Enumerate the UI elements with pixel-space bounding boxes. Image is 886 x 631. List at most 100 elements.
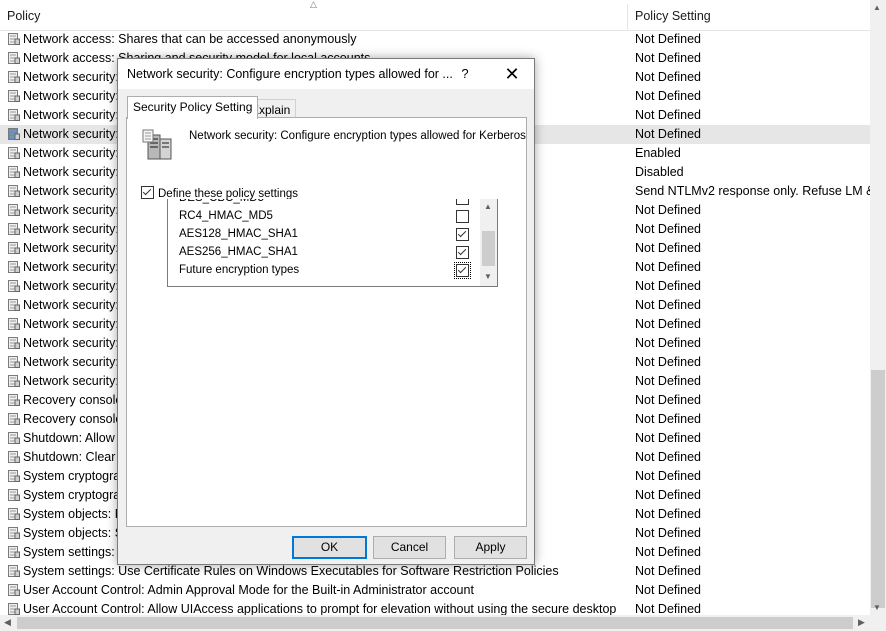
policy-name: Network security: [23,374,119,388]
policy-name: Network security: [23,127,119,141]
policy-icon [8,584,20,596]
policy-name: Network security: [23,203,119,217]
policy-icon [8,375,20,387]
cancel-button[interactable]: Cancel [373,536,446,559]
policy-name: Network security: [23,222,119,236]
policy-name: System settings: Use Certificate Rules o… [23,564,559,578]
policy-name: Network security: [23,184,119,198]
policy-icon [8,546,20,558]
encryption-type-item[interactable]: AES256_HMAC_SHA1 [179,244,469,262]
dialog-title-bar[interactable]: Network security: Configure encryption t… [118,59,534,89]
policy-name: Network security: [23,108,119,122]
define-policy-checkbox-row[interactable]: Define these policy settings [141,186,298,200]
define-policy-checkbox[interactable] [141,186,154,199]
encryption-type-checkbox[interactable] [456,199,469,205]
horizontal-scroll-thumb[interactable] [17,617,853,629]
encryption-type-label: Future encryption types [179,264,300,276]
policy-name: Network security: [23,165,119,179]
encryption-type-checkbox[interactable] [456,228,469,241]
scroll-up-icon[interactable]: ▲ [873,3,881,12]
vertical-scroll-thumb[interactable] [871,370,885,608]
policy-name: Recovery console: [23,412,126,426]
scroll-down-icon[interactable]: ▼ [873,603,881,612]
column-divider[interactable] [627,4,628,30]
policy-name: System objects: Re [23,507,131,521]
encryption-type-label: DES_CBC_MD5 [179,199,264,204]
policy-icon [8,166,20,178]
table-row[interactable]: User Account Control: Admin Approval Mod… [0,581,870,600]
scroll-right-icon[interactable]: ▶ [858,617,865,628]
policy-name: System settings: O [23,545,128,559]
policy-setting-value: Not Defined [635,260,702,274]
close-button[interactable]: ✕ [494,63,530,85]
policy-setting-value: Not Defined [635,51,702,65]
policy-icon [8,489,20,501]
policy-setting-value: Not Defined [635,431,702,445]
policy-setting-value: Not Defined [635,469,702,483]
policy-setting-value: Not Defined [635,450,702,464]
help-button[interactable]: ? [455,64,475,84]
policy-icon [8,603,20,615]
encryption-type-label: AES256_HMAC_SHA1 [179,246,298,258]
policy-setting-value: Not Defined [635,545,702,559]
encryption-type-checkbox[interactable] [454,262,471,279]
policy-icon [8,413,20,425]
policy-setting-value: Not Defined [635,526,702,540]
policy-icon [8,223,20,235]
encryption-type-item[interactable]: Future encryption types [179,262,471,280]
encryption-type-checkbox[interactable] [456,210,469,223]
table-row[interactable]: Network access: Shares that can be acces… [0,30,870,49]
column-header-policy-setting[interactable]: Policy Setting [635,9,711,23]
encryption-type-item[interactable]: DES_CBC_MD5 [179,199,469,208]
policy-setting-value: Not Defined [635,222,702,236]
policy-setting-value: Not Defined [635,32,702,46]
column-header-policy[interactable]: Policy [7,9,40,23]
policy-name: Network security: [23,279,119,293]
policy-setting-value: Not Defined [635,108,702,122]
policy-setting-value: Not Defined [635,507,702,521]
policy-icon [8,242,20,254]
server-policy-icon [142,129,172,160]
policy-name: Network security: [23,336,119,350]
policy-name: Network security: [23,70,119,84]
encryption-type-item[interactable]: AES128_HMAC_SHA1 [179,226,469,244]
scroll-down-icon[interactable]: ▼ [484,272,492,281]
encryption-types-list: Future encryption types AES256_HMAC_SHA1 A… [167,199,498,287]
policy-name: Network security: [23,89,119,103]
tab-security-policy-setting[interactable]: Security Policy Setting [127,96,259,119]
policy-icon [8,280,20,292]
dialog-title: Network security: Configure encryption t… [127,67,453,81]
sort-arrow-icon: △ [310,0,317,9]
policy-icon [8,109,20,121]
encryption-type-checkbox[interactable] [456,246,469,259]
policy-setting-value: Not Defined [635,89,702,103]
policy-setting-value: Not Defined [635,317,702,331]
policy-setting-value: Disabled [635,165,684,179]
list-vertical-scrollbar[interactable]: ▲ ▼ [870,0,886,615]
scroll-left-icon[interactable]: ◀ [4,617,11,628]
policy-name: Network security: [23,317,119,331]
encryption-list-scroll-thumb[interactable] [482,231,495,266]
policy-icon [8,337,20,349]
policy-icon [8,185,20,197]
policy-setting-value: Not Defined [635,583,702,597]
policy-setting-value: Not Defined [635,564,702,578]
list-horizontal-scrollbar[interactable]: ◀ ▶ [0,615,870,631]
encryption-list-scrollbar[interactable]: ▲ ▼ [480,199,497,286]
policy-setting-value: Not Defined [635,70,702,84]
policy-setting-value: Not Defined [635,355,702,369]
policy-name: System objects: St [23,526,127,540]
policy-setting-value: Not Defined [635,488,702,502]
policy-icon [8,527,20,539]
policy-setting-value: Not Defined [635,203,702,217]
policy-icon [8,261,20,273]
policy-name: System cryptograp [23,488,128,502]
policy-setting-value: Not Defined [635,393,702,407]
encryption-type-item[interactable]: RC4_HMAC_MD5 [179,208,469,226]
policy-icon [8,299,20,311]
ok-button[interactable]: OK [292,536,367,559]
apply-button[interactable]: Apply [454,536,527,559]
policy-icon [8,52,20,64]
policy-setting-value: Send NTLMv2 response only. Refuse LM & .… [635,184,886,198]
scroll-up-icon[interactable]: ▲ [484,202,492,211]
